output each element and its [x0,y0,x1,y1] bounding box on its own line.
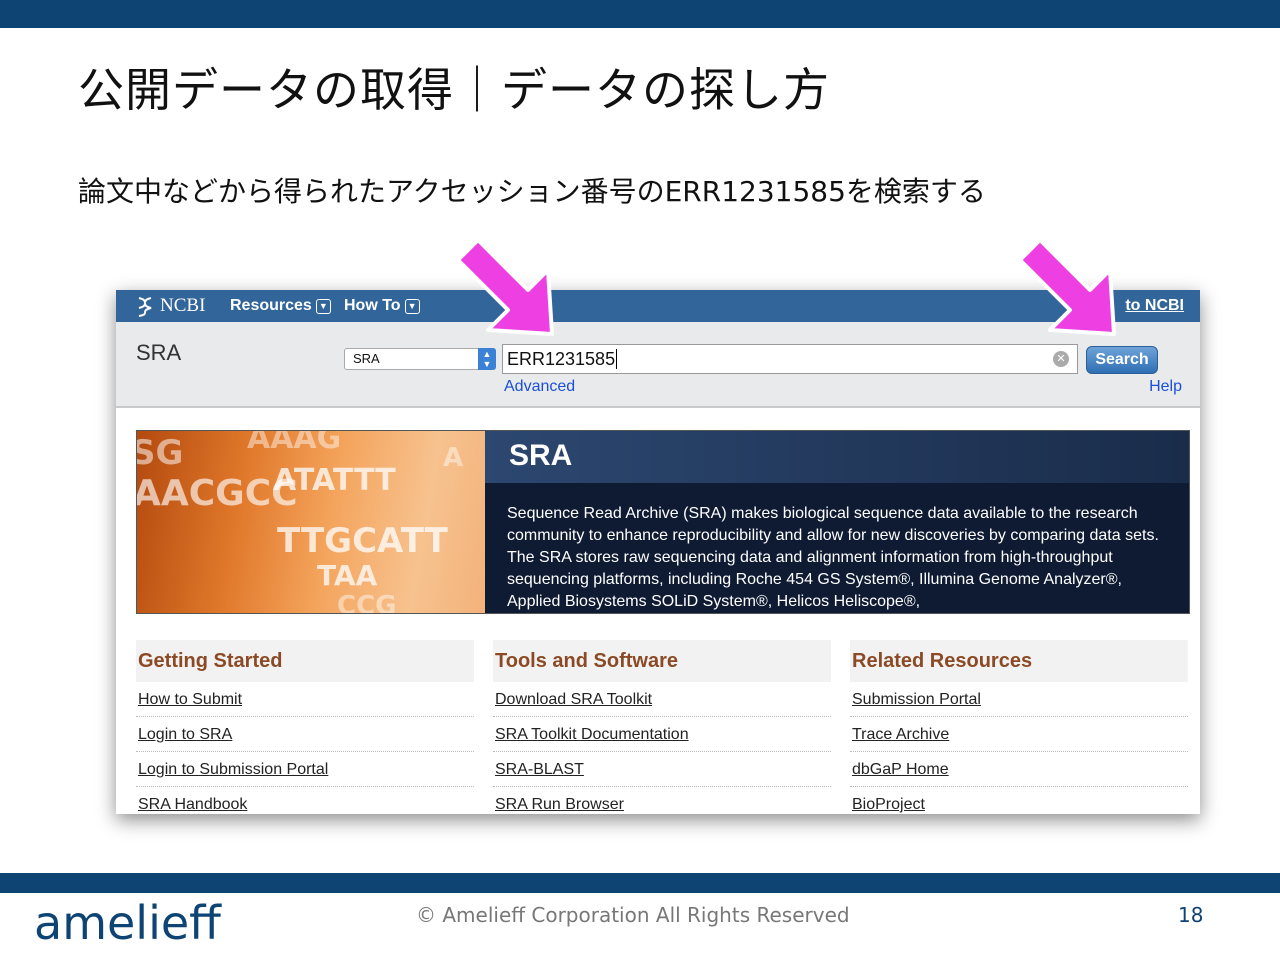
column-getting-started: Getting Started How to Submit Login to S… [136,640,474,814]
nav-how-to-label: How To [344,297,401,314]
chevron-down-icon: ▼ [315,298,331,314]
slide-subtitle: 論文中などから得られたアクセッション番号のERR1231585を検索する [78,175,986,208]
list-link[interactable]: Submission Portal [850,682,1188,717]
slide-title: 公開データの取得｜データの探し方 [78,63,830,117]
banner-title-band [485,431,1189,483]
search-button[interactable]: Search [1086,346,1158,374]
copyright-text: © Amelieff Corporation All Rights Reserv… [416,903,850,927]
ncbi-logo[interactable]: NCBI [136,295,205,317]
nav-resources-label: Resources [230,297,312,314]
database-label: SRA [136,340,182,365]
select-arrows-icon: ▲ ▼ [478,348,496,370]
list-link[interactable]: SRA-BLAST [493,752,831,787]
dna-text-3: A [443,443,464,473]
list-link[interactable]: Login to SRA [136,717,474,752]
clear-icon[interactable]: ✕ [1053,351,1069,367]
search-input-value: ERR1231585 [507,349,616,369]
list-link[interactable]: dbGaP Home [850,752,1188,787]
dna-text-1: SG [137,433,184,473]
sra-banner: SG AAAG A ATATTT AACGCC TTGCATT TAA CCG … [136,430,1190,614]
ncbi-sra-screenshot: NCBI Resources ▼ How To ▼ to NCBI SRA SR… [116,290,1200,814]
nav-resources[interactable]: Resources ▼ [230,297,331,315]
dna-text-2: AAAG [247,431,342,456]
amelieff-logo: amelieff [34,896,221,950]
page-number: 18 [1178,903,1204,927]
banner-description: Sequence Read Archive (SRA) makes biolog… [507,505,1159,610]
dna-sequence-image: SG AAAG A ATATTT AACGCC TTGCATT TAA CCG [137,431,485,613]
database-select[interactable]: SRA ▲ ▼ [344,348,496,370]
slide-top-bar [0,0,1280,28]
column-heading: Getting Started [136,640,474,682]
nav-how-to[interactable]: How To ▼ [344,297,420,315]
chevron-down-icon: ▼ [404,298,420,314]
list-link[interactable]: SRA Handbook [136,787,474,814]
search-input[interactable]: ERR1231585 ✕ [502,344,1078,374]
column-related-resources: Related Resources Submission Portal Trac… [850,640,1188,814]
pointer-arrow-icon [456,238,554,336]
list-link[interactable]: How to Submit [136,682,474,717]
banner-title: SRA [509,439,573,472]
dna-text-7: TAA [317,559,378,592]
list-link[interactable]: BioProject [850,787,1188,814]
dna-text-6: TTGCATT [277,521,448,561]
advanced-search-link[interactable]: Advanced [504,378,575,396]
database-select-value: SRA [353,351,380,366]
pointer-arrow-icon [1018,238,1116,336]
list-link[interactable]: Login to Submission Portal [136,752,474,787]
sign-in-link[interactable]: to NCBI [1125,297,1184,315]
dna-text-8: CCG [337,591,397,613]
dna-text-5: AACGCC [137,473,298,514]
column-heading: Tools and Software [493,640,831,682]
column-heading: Related Resources [850,640,1188,682]
help-link[interactable]: Help [1149,378,1182,396]
ncbi-helix-icon [138,297,152,317]
list-link[interactable]: Download SRA Toolkit [493,682,831,717]
ncbi-logo-text: NCBI [160,295,206,316]
column-tools-and-software: Tools and Software Download SRA Toolkit … [493,640,831,814]
list-link[interactable]: Trace Archive [850,717,1188,752]
list-link[interactable]: SRA Toolkit Documentation [493,717,831,752]
slide-bottom-bar [0,873,1280,893]
list-link[interactable]: SRA Run Browser [493,787,831,814]
